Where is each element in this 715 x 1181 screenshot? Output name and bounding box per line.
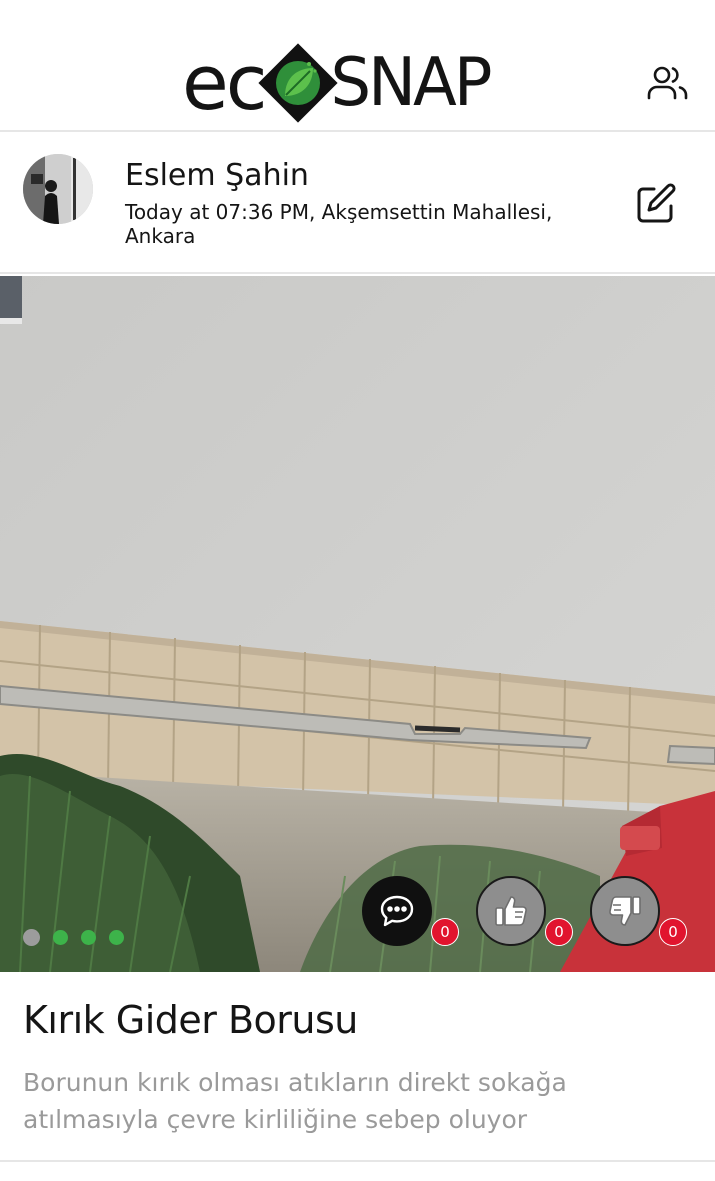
users-icon <box>647 66 688 100</box>
edit-button[interactable] <box>634 182 678 226</box>
comment-button[interactable] <box>362 876 432 946</box>
edit-icon <box>637 183 676 223</box>
carousel-pagination <box>23 929 124 946</box>
post-photo-carousel[interactable]: 0 0 0 <box>0 276 715 972</box>
carousel-dot[interactable] <box>53 930 68 945</box>
carousel-dot[interactable] <box>23 929 40 946</box>
author-name[interactable]: Eslem Şahin <box>125 158 309 193</box>
thumbs-down-icon <box>609 896 641 926</box>
logo-text-snap: SNAP <box>330 44 493 122</box>
carousel-dot[interactable] <box>81 930 96 945</box>
leaf-logo-icon <box>257 43 338 123</box>
comment-count-badge: 0 <box>431 918 459 946</box>
like-count-badge: 0 <box>545 918 573 946</box>
post-author-row: Eslem Şahin Today at 07:36 PM, Akşemsett… <box>0 132 715 274</box>
logo-text-eco: ec <box>182 38 268 127</box>
comment-icon <box>380 895 414 927</box>
post-divider <box>0 1160 715 1162</box>
like-button[interactable] <box>476 876 546 946</box>
dislike-count-badge: 0 <box>659 918 687 946</box>
post-meta-time-location: Today at 07:36 PM, Akşemsettin Mahallesi… <box>125 200 553 248</box>
dislike-button[interactable] <box>590 876 660 946</box>
thumbs-up-icon <box>495 896 527 926</box>
users-button[interactable] <box>646 63 690 103</box>
app-header: ec SNAP <box>0 0 715 132</box>
avatar-image <box>23 154 93 224</box>
carousel-dot[interactable] <box>109 930 124 945</box>
post-description: Borunun kırık olması atıkların direkt so… <box>23 1068 567 1134</box>
avatar[interactable] <box>23 154 93 224</box>
ecosnap-logo[interactable]: ec SNAP <box>182 38 493 127</box>
post-title: Kırık Gider Borusu <box>23 998 358 1042</box>
post-photo <box>0 276 715 972</box>
